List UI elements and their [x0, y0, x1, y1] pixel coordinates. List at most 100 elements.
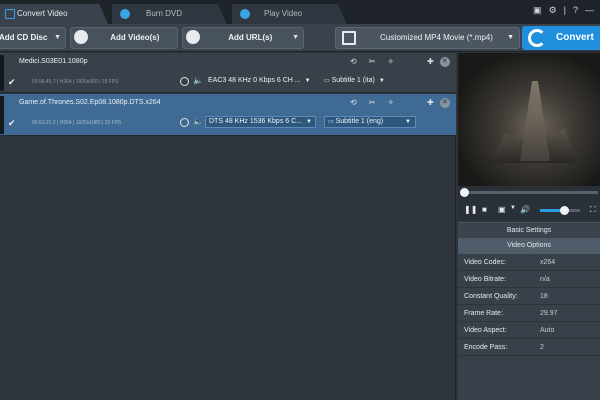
chevron-down-icon[interactable]: ▼	[292, 28, 299, 48]
item-actions: ⟲ ✂ ✧	[350, 57, 394, 66]
effects-icon[interactable]: ✧	[387, 57, 394, 66]
subtitle-select[interactable]: ▭ Subtitle 1 (eng) ▼	[324, 116, 416, 128]
add-urls-button[interactable]: Add URL(s) ▼	[182, 27, 304, 49]
setting-row-video-bitrate[interactable]: Video Bitrate: n/a	[458, 271, 600, 288]
volume-icon[interactable]: 🔊	[520, 205, 530, 214]
audio-track-select[interactable]: EAC3 48 KHz 0 Kbps 6 CH ... ▼	[208, 75, 311, 87]
add-icon[interactable]: ✚	[427, 98, 434, 108]
audio-track-value: EAC3 48 KHz 0 Kbps 6 CH ...	[208, 77, 301, 84]
setting-value: x264	[540, 259, 556, 266]
disc-icon	[120, 9, 130, 19]
add-cd-disc-button[interactable]: Add CD Disc ▼	[0, 27, 66, 49]
setting-value: Auto	[540, 327, 555, 334]
convert-button[interactable]: Convert	[522, 26, 600, 50]
tab-convert-video[interactable]: Convert Video	[0, 4, 108, 24]
preview-frame-tower	[520, 81, 550, 161]
subtitle-icon: ▭	[328, 119, 334, 125]
seek-track	[464, 191, 598, 194]
list-item[interactable]: Medici.S03E01.1080p ✔ 00:56:45.7 | H264 …	[0, 53, 456, 93]
add-cd-disc-label: Add CD Disc	[0, 33, 48, 42]
audio-track-icon	[180, 77, 189, 86]
list-item-selected[interactable]: Game.of.Thrones.S02.Ep08.1080p.DTS.x264 …	[0, 94, 456, 136]
setting-row-video-aspect[interactable]: Video Aspect: Auto	[458, 322, 600, 339]
volume-slider[interactable]	[540, 206, 580, 215]
checkbox[interactable]: ✔	[8, 118, 16, 129]
setting-value: 2	[540, 344, 544, 351]
gear-icon[interactable]: ⚙	[549, 5, 557, 16]
setting-value: 29.97	[540, 310, 558, 317]
chevron-down-icon[interactable]: ▼	[510, 205, 516, 211]
add-video-icon	[74, 29, 88, 44]
audio-track-select[interactable]: DTS 48 KHz 1536 Kbps 6 C... ▼	[205, 116, 316, 128]
tab-play-video[interactable]: Play Video	[232, 4, 347, 24]
video-preview[interactable]	[458, 53, 600, 186]
tab-label: Burn DVD	[146, 9, 183, 18]
cut-icon[interactable]: ✂	[369, 98, 376, 107]
file-name: Medici.S03E01.1080p	[19, 58, 88, 65]
tab-bar: Convert Video Burn DVD Play Video ▣ ⚙ | …	[0, 0, 600, 24]
tab-label: Convert Video	[17, 9, 68, 18]
refresh-icon	[528, 29, 546, 47]
output-format-value: Customized MP4 Movie (*.mp4)	[380, 33, 493, 42]
setting-row-frame-rate[interactable]: Frame Rate: 29.97	[458, 305, 600, 322]
convert-item-icon[interactable]: ⟲	[350, 57, 357, 66]
add-videos-button[interactable]: Add Video(s)	[70, 27, 178, 49]
subtitle-icon: ▭	[324, 78, 330, 84]
close-icon[interactable]: ✕	[439, 98, 450, 108]
chevron-down-icon: ▼	[378, 78, 385, 84]
subtitle-value: Subtitle 1 (ita)	[331, 77, 375, 84]
setting-row-encode-pass[interactable]: Encode Pass: 2	[458, 339, 600, 356]
toolbar: Add CD Disc ▼ Add Video(s) Add URL(s) ▼ …	[0, 24, 600, 52]
convert-item-icon[interactable]: ⟲	[350, 98, 357, 107]
chevron-down-icon[interactable]: ▼	[507, 28, 514, 48]
chevron-down-icon: ▼	[306, 119, 312, 125]
separator-icon: |	[563, 5, 566, 15]
effects-icon[interactable]: ✧	[387, 98, 394, 107]
thumbnail	[0, 96, 4, 134]
add-icon[interactable]: ✚	[427, 57, 434, 67]
item-actions: ⟲ ✂ ✧	[350, 98, 394, 107]
add-urls-label: Add URL(s)	[228, 33, 273, 42]
checkbox[interactable]: ✔	[8, 77, 16, 88]
seek-bar[interactable]	[458, 186, 600, 200]
setting-key: Constant Quality:	[464, 293, 518, 300]
chevron-down-icon[interactable]: ▼	[54, 28, 61, 48]
pause-icon[interactable]: ❚❚	[464, 205, 477, 214]
film-icon	[342, 31, 356, 45]
speaker-icon: 🔈	[193, 117, 203, 126]
add-videos-label: Add Video(s)	[110, 33, 160, 42]
file-meta: 00:56:45.7 | H264 | 1920x960 | 25 FPS	[32, 79, 119, 85]
subtitle-select[interactable]: ▭ Subtitle 1 (ita) ▼	[324, 75, 385, 87]
close-icon[interactable]: ✕	[439, 57, 450, 67]
basic-settings-header[interactable]: Basic Settings	[458, 222, 600, 238]
setting-row-constant-quality[interactable]: Constant Quality: 18	[458, 288, 600, 305]
film-icon	[5, 9, 15, 19]
convert-label: Convert	[556, 32, 594, 43]
minimize-icon[interactable]: —	[585, 5, 594, 16]
cut-icon[interactable]: ✂	[369, 57, 376, 66]
audio-track-value: DTS 48 KHz 1536 Kbps 6 C...	[209, 118, 302, 125]
output-format-select[interactable]: Customized MP4 Movie (*.mp4) ▼	[335, 27, 520, 49]
app-window: Convert Video Burn DVD Play Video ▣ ⚙ | …	[0, 0, 600, 400]
volume-handle[interactable]	[560, 206, 569, 215]
snapshot-icon[interactable]: ▣	[498, 205, 506, 214]
window-controls: ▣ ⚙ | ? —	[533, 5, 594, 16]
globe-icon	[186, 29, 200, 44]
file-list: Medici.S03E01.1080p ✔ 00:56:45.7 | H264 …	[0, 53, 456, 400]
help-icon[interactable]: ?	[573, 5, 578, 16]
setting-key: Frame Rate:	[464, 310, 503, 317]
setting-key: Video Aspect:	[464, 327, 507, 334]
seek-handle[interactable]	[460, 188, 469, 197]
file-name: Game.of.Thrones.S02.Ep08.1080p.DTS.x264	[19, 99, 161, 106]
setting-row-video-codec[interactable]: Video Codec: x264	[458, 254, 600, 271]
video-options-header[interactable]: Video Options	[458, 238, 600, 254]
item-controls: ✚ ✕	[427, 98, 450, 108]
setting-key: Encode Pass:	[464, 344, 508, 351]
stop-icon[interactable]: ■	[482, 205, 487, 214]
item-controls: ✚ ✕	[427, 57, 450, 67]
tab-burn-dvd[interactable]: Burn DVD	[112, 4, 227, 24]
fullscreen-icon[interactable]: ⛶	[590, 205, 596, 215]
registration-icon[interactable]: ▣	[533, 5, 542, 16]
subtitle-value: Subtitle 1 (eng)	[335, 118, 384, 125]
file-meta: 00:53:21.2 | H264 | 1920x1080 | 25 FPS	[32, 120, 122, 126]
